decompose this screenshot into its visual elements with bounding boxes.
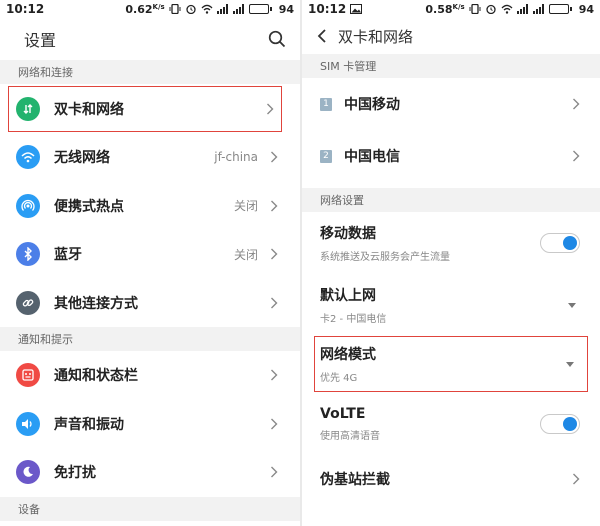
volte-toggle[interactable] [540,414,580,434]
pseudo-base-station-label: 伪基站拦截 [320,472,390,488]
sound-icon [16,411,40,436]
network-mode-row[interactable]: 网络模式 优先 4G [314,336,588,392]
settings-item-hotspot[interactable]: 便携式热点 关闭 [0,182,300,231]
chevron-right-icon [573,473,580,485]
mobile-data-sub: 系统推送及云服务会产生流量 [320,252,450,263]
settings-panel: 10:12 0.62K/s 94 设置 网络和连接 双卡和网络 无线网络 jf-… [0,0,300,526]
settings-item-label: 便携式热点 [54,198,124,215]
volte-row[interactable]: VoLTE 使用高清语音 [302,392,600,456]
settings-item-value: 关闭 [233,247,258,262]
section-sim: SIM 卡管理 [302,54,600,78]
mobile-data-toggle[interactable] [540,233,580,253]
settings-item-label: 通知和状态栏 [54,368,138,385]
signal-2-icon [232,4,244,14]
wifi-signal-icon [201,4,213,14]
settings-item-value: jf-china [214,150,258,165]
default-network-sub: 卡2 - 中国电信 [320,314,387,325]
notification-icon [16,363,40,388]
signal-1-icon [516,4,528,14]
settings-item-value: 关闭 [233,199,258,214]
page-title: 双卡和网络 [338,27,414,46]
pseudo-base-station-row[interactable]: 伪基站拦截 [302,456,600,502]
volte-sub: 使用高清语音 [320,431,380,442]
settings-item-label: 免打扰 [54,465,96,482]
settings-item-label: 无线网络 [54,150,110,167]
alarm-icon [486,4,496,14]
section-notify: 通知和提示 [0,327,300,351]
network-mode-label: 网络模式 [320,347,376,363]
section-network: 网络和连接 [0,60,300,84]
settings-item-label: 双卡和网络 [54,102,124,118]
chevron-right-icon [267,103,274,115]
settings-item-label: 声音和振动 [54,416,124,433]
mobile-data-label: 移动数据 [320,226,376,242]
settings-item-label: 蓝牙 [54,247,82,264]
dual-sim-panel: 10:12 0.58K/s 94 双卡和网络 SIM 卡管理 1 中国移动 2 … [302,0,600,526]
settings-header: 设置 [0,18,300,60]
sim-item-2[interactable]: 2 中国电信 [302,130,600,182]
wifi-icon [16,145,40,170]
link-icon [16,290,40,315]
search-icon[interactable] [268,30,286,48]
settings-item-bluetooth[interactable]: 蓝牙 关闭 [0,230,300,279]
default-network-row[interactable]: 默认上网 卡2 - 中国电信 [302,274,600,336]
chevron-right-icon [271,297,278,309]
alarm-icon [186,4,196,14]
status-bar: 10:12 0.62K/s 94 [0,0,300,18]
sim-2-icon: 2 [320,149,332,163]
caret-down-icon [568,302,576,308]
chevron-right-icon [271,151,278,163]
caret-down-icon [566,361,574,367]
sim-label: 中国电信 [344,149,400,165]
chevron-right-icon [573,150,580,162]
hotspot-icon [16,193,40,218]
back-arrow-icon[interactable] [316,28,328,44]
chevron-right-icon [271,248,278,260]
settings-item-dual-sim[interactable]: 双卡和网络 [8,86,282,132]
status-bar: 10:12 0.58K/s 94 [302,0,600,18]
default-network-label: 默认上网 [320,288,376,304]
network-speed: 0.62K/s [125,2,165,16]
moon-icon [16,460,40,485]
wifi-signal-icon [501,4,513,14]
page-title: 设置 [24,31,57,50]
network-mode-sub: 优先 4G [320,373,358,384]
settings-item-wifi[interactable]: 无线网络 jf-china [0,133,300,182]
image-notification-icon [350,4,363,14]
chevron-right-icon [271,418,278,430]
chevron-right-icon [573,98,580,110]
vibrate-icon [169,4,181,14]
bluetooth-icon [16,242,40,267]
vibrate-icon [469,4,481,14]
sim-label: 中国移动 [344,97,400,113]
sim-item-1[interactable]: 1 中国移动 [302,78,600,130]
settings-item-sound[interactable]: 声音和振动 [0,400,300,449]
dual-sim-icon [16,97,40,121]
chevron-right-icon [271,466,278,478]
settings-item-label: 其他连接方式 [54,295,138,312]
battery-level: 94 [578,2,594,16]
network-speed: 0.58K/s [425,2,465,16]
battery-level: 94 [278,2,294,16]
sim-1-icon: 1 [320,97,332,111]
chevron-right-icon [271,369,278,381]
signal-1-icon [216,4,228,14]
volte-label: VoLTE [320,406,366,422]
settings-item-notification[interactable]: 通知和状态栏 [0,351,300,400]
mobile-data-row[interactable]: 移动数据 系统推送及云服务会产生流量 [302,212,600,274]
battery-icon [248,4,272,14]
section-network-settings: 网络设置 [302,188,600,212]
section-device: 设备 [0,496,300,521]
dual-sim-header: 双卡和网络 [302,18,600,54]
settings-item-dnd[interactable]: 免打扰 [0,448,300,497]
battery-icon [548,4,572,14]
status-time: 10:12 [308,2,347,16]
status-time: 10:12 [6,2,45,16]
chevron-right-icon [271,200,278,212]
settings-item-other-connections[interactable]: 其他连接方式 [0,279,300,328]
signal-2-icon [532,4,544,14]
